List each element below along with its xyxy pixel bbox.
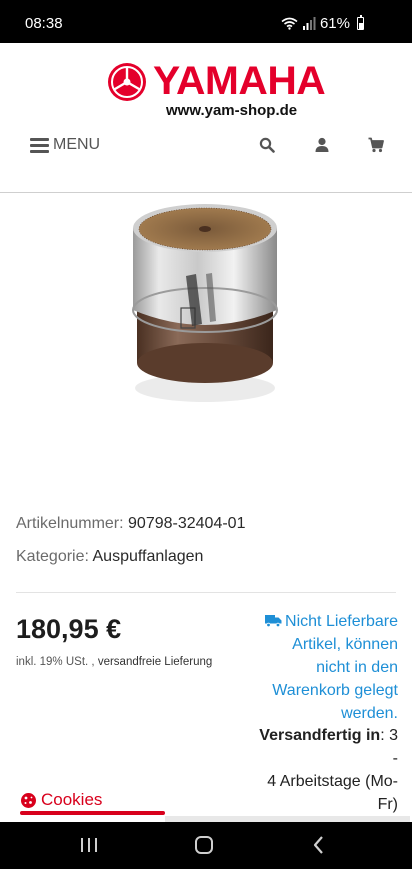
user-icon[interactable] [314,137,330,153]
availability-line-4: Warenkorb gelegt [272,682,398,699]
search-icon[interactable] [259,137,275,153]
menu-label: MENU [53,136,101,153]
cookies-label: Cookies [41,790,103,809]
cookies-underline [20,811,165,815]
recent-apps-icon[interactable] [77,834,101,856]
tuning-fork-emblem-icon [108,63,146,101]
menu-button[interactable]: MENU [30,136,100,154]
availability-notice: Nicht Lieferbare Artikel, können nicht i… [248,610,398,725]
logo-url: www.yam-shop.de [166,102,298,119]
article-number: 90798-32404-01 [128,515,246,532]
status-bar: 08:38 61% [0,0,412,43]
site-header: YAMAHA www.yam-shop.de MENU [0,43,412,193]
wifi-icon [281,17,298,30]
category-row: Kategorie: Auspuffanlagen [16,548,203,566]
yamaha-logo[interactable]: YAMAHA www.yam-shop.de [106,59,326,119]
battery-icon [357,15,364,30]
cookies-button[interactable]: Cookies [20,790,102,810]
article-number-row: Artikelnummer: 90798-32404-01 [16,515,245,533]
divider [16,592,396,593]
product-price: 180,95 € [16,614,122,644]
logo-wordmark: YAMAHA [153,59,326,103]
category-link[interactable]: Auspuffanlagen [93,548,204,565]
shipping-time-label: Versandfertig in [259,727,381,744]
article-number-label: Artikelnummer: [16,515,124,532]
cookie-icon [21,792,36,808]
truck-icon [265,615,282,627]
home-icon[interactable] [192,834,216,856]
signal-icon [302,17,316,30]
free-shipping-link[interactable]: versandfreie Lieferung [98,656,212,668]
battery-percent: 61% [319,15,350,32]
tax-text: inkl. 19% USt. , [16,656,95,668]
hamburger-icon [30,137,49,153]
cart-icon[interactable] [368,137,384,153]
availability-line-1: Nicht Lieferbare [248,610,398,633]
product-image [132,204,278,402]
system-nav-bar [0,822,412,869]
shipping-time: Versandfertig in: 3 - 4 Arbeitstage (Mo-… [259,727,398,813]
availability-line-5: werden. [341,705,398,722]
category-label: Kategorie: [16,548,89,565]
tax-note: inkl. 19% USt. , versandfreie Lieferung [16,656,212,668]
availability-line-2: Artikel, können [292,636,398,653]
back-icon[interactable] [307,834,331,856]
availability-line-3: nicht in den [316,659,398,676]
status-time: 08:38 [25,15,63,32]
